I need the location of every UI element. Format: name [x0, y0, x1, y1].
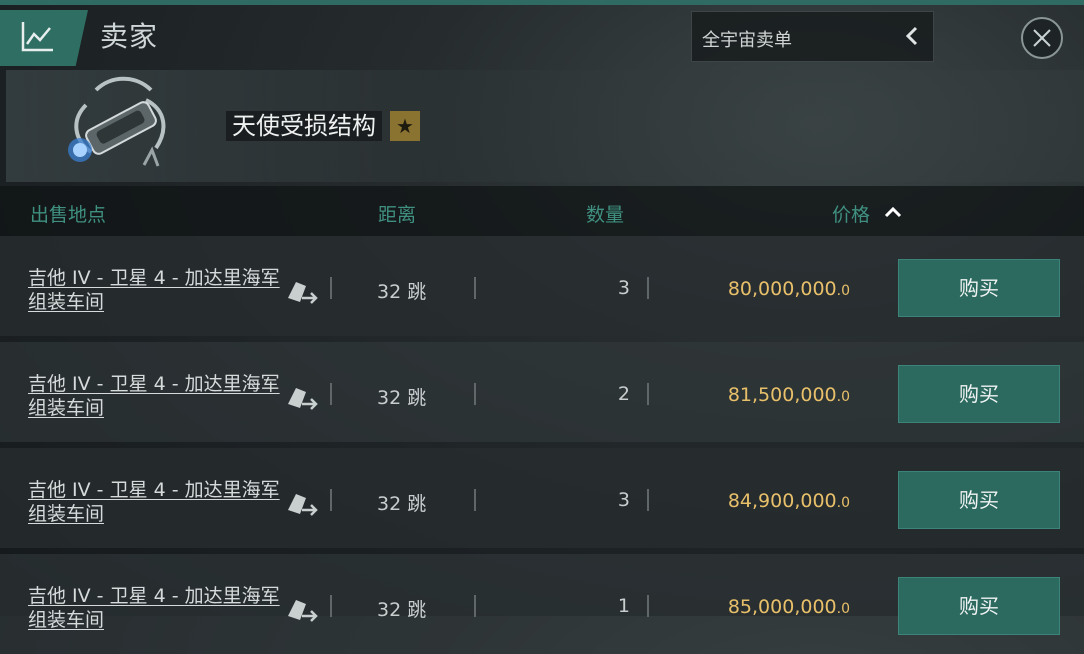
- column-divider: [647, 383, 649, 405]
- column-divider: [474, 277, 476, 299]
- column-divider: [330, 595, 332, 617]
- buy-button[interactable]: 购买: [898, 365, 1060, 423]
- price-value: 84,900,000.0: [700, 490, 850, 512]
- table-row: 吉他 IV - 卫星 4 - 加达里海军 组装车间 32 跳 3 84,900,…: [0, 448, 1084, 548]
- price-decimal: .0: [836, 495, 850, 511]
- column-divider: [474, 595, 476, 617]
- station-link[interactable]: 吉他 IV - 卫星 4 - 加达里海军 组装车间: [28, 584, 280, 632]
- table-row: 吉他 IV - 卫星 4 - 加达里海军 组装车间 32 跳 1 85,000,…: [0, 554, 1084, 654]
- set-destination-icon[interactable]: [284, 594, 320, 624]
- quantity-value: 3: [617, 277, 630, 299]
- order-scope-label: 全宇宙卖单: [702, 30, 792, 51]
- table-row: 吉他 IV - 卫星 4 - 加达里海军 组装车间 32 跳 3 80,000,…: [0, 236, 1084, 336]
- set-destination-icon[interactable]: [284, 276, 320, 306]
- column-divider: [647, 595, 649, 617]
- column-distance[interactable]: 距离: [378, 200, 416, 227]
- item-name[interactable]: 天使受损结构: [226, 111, 382, 141]
- market-button[interactable]: [0, 10, 88, 66]
- column-price[interactable]: 价格: [832, 200, 870, 227]
- column-divider: [474, 489, 476, 511]
- item-thumbnail[interactable]: [56, 70, 186, 180]
- market-chart-icon: [21, 22, 53, 52]
- price-value: 85,000,000.0: [700, 596, 850, 618]
- price-decimal: .0: [836, 283, 850, 299]
- station-link[interactable]: 吉他 IV - 卫星 4 - 加达里海军 组装车间: [28, 372, 280, 420]
- buy-button[interactable]: 购买: [898, 577, 1060, 635]
- header: 卖家 全宇宙卖单: [0, 5, 1084, 67]
- distance-value: 32 跳: [377, 493, 427, 515]
- column-location[interactable]: 出售地点: [30, 200, 106, 227]
- set-destination-icon[interactable]: [284, 488, 320, 518]
- order-scope-dropdown[interactable]: 全宇宙卖单: [691, 11, 934, 62]
- column-quantity[interactable]: 数量: [586, 200, 624, 227]
- price-main: 85,000,000: [727, 596, 837, 618]
- station-link[interactable]: 吉他 IV - 卫星 4 - 加达里海军 组装车间: [28, 266, 280, 314]
- quantity-value: 2: [617, 383, 630, 405]
- station-link[interactable]: 吉他 IV - 卫星 4 - 加达里海军 组装车间: [28, 478, 280, 526]
- close-icon: [1033, 29, 1051, 47]
- price-main: 81,500,000: [727, 384, 837, 406]
- buy-button[interactable]: 购买: [898, 259, 1060, 317]
- price-main: 80,000,000: [727, 278, 837, 300]
- column-header-row: 出售地点 距离 数量 价格: [0, 186, 1084, 236]
- price-decimal: .0: [836, 389, 850, 405]
- column-divider: [474, 383, 476, 405]
- close-button[interactable]: [1021, 17, 1063, 59]
- price-value: 80,000,000.0: [700, 278, 850, 300]
- buy-button[interactable]: 购买: [898, 471, 1060, 529]
- price-main: 84,900,000: [727, 490, 837, 512]
- star-icon: ★: [390, 111, 420, 141]
- column-divider: [647, 277, 649, 299]
- column-divider: [647, 489, 649, 511]
- set-destination-icon[interactable]: [284, 382, 320, 412]
- distance-value: 32 跳: [377, 599, 427, 621]
- page-title: 卖家: [100, 20, 159, 53]
- chevron-left-icon: [905, 26, 918, 46]
- distance-value: 32 跳: [377, 387, 427, 409]
- chevron-up-icon[interactable]: [884, 205, 902, 219]
- distance-value: 32 跳: [377, 281, 427, 303]
- column-divider: [330, 383, 332, 405]
- column-divider: [330, 489, 332, 511]
- quantity-value: 1: [617, 595, 630, 617]
- column-divider: [330, 277, 332, 299]
- price-decimal: .0: [836, 601, 850, 617]
- table-row: 吉他 IV - 卫星 4 - 加达里海军 组装车间 32 跳 2 81,500,…: [0, 342, 1084, 442]
- quantity-value: 3: [617, 489, 630, 511]
- price-value: 81,500,000.0: [700, 384, 850, 406]
